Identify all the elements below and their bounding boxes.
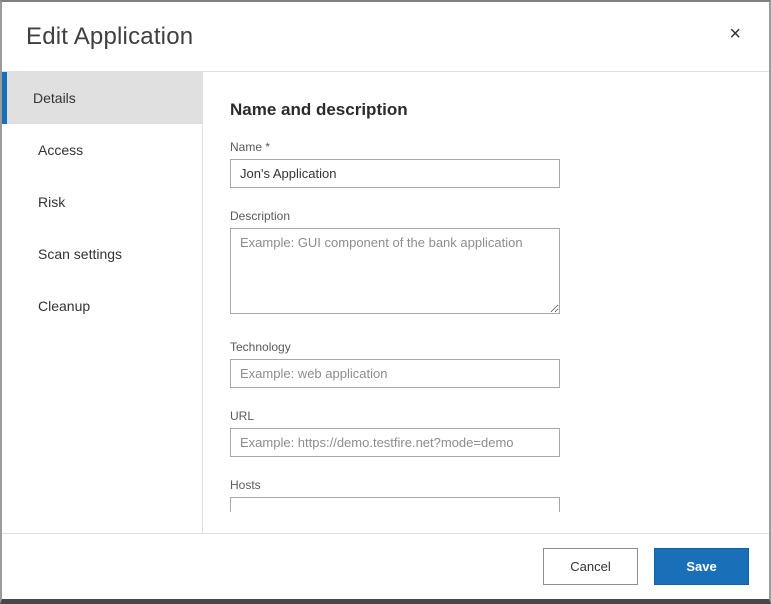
description-label: Description: [230, 209, 769, 223]
description-field-group: Description: [230, 209, 769, 319]
url-input[interactable]: [230, 428, 560, 457]
description-textarea[interactable]: [230, 228, 560, 314]
technology-field-group: Technology: [230, 340, 769, 388]
name-field-group: Name *: [230, 140, 769, 188]
hosts-label: Hosts: [230, 478, 769, 492]
url-label: URL: [230, 409, 769, 423]
dialog-body: Details Access Risk Scan settings Cleanu…: [2, 72, 769, 533]
name-label: Name *: [230, 140, 769, 154]
sidebar: Details Access Risk Scan settings Cleanu…: [2, 72, 203, 533]
close-icon[interactable]: ×: [723, 20, 747, 48]
url-field-group: URL: [230, 409, 769, 457]
hosts-input[interactable]: [230, 497, 560, 512]
details-panel: Name and description Name * Description …: [203, 72, 769, 512]
sidebar-item-access[interactable]: Access: [2, 124, 202, 176]
sidebar-item-label: Risk: [38, 194, 65, 210]
technology-input[interactable]: [230, 359, 560, 388]
sidebar-item-label: Cleanup: [38, 298, 90, 314]
sidebar-item-risk[interactable]: Risk: [2, 176, 202, 228]
sidebar-item-scan-settings[interactable]: Scan settings: [2, 228, 202, 280]
dialog-title: Edit Application: [26, 23, 193, 51]
name-input[interactable]: [230, 159, 560, 188]
sidebar-item-label: Access: [38, 142, 83, 158]
sidebar-item-cleanup[interactable]: Cleanup: [2, 280, 202, 332]
hosts-field-group: Hosts: [230, 478, 769, 512]
technology-label: Technology: [230, 340, 769, 354]
sidebar-item-label: Details: [33, 90, 76, 106]
save-button[interactable]: Save: [654, 548, 749, 585]
section-heading: Name and description: [230, 100, 769, 120]
edit-application-dialog: Edit Application × Details Access Risk S…: [0, 0, 771, 604]
sidebar-item-details[interactable]: Details: [2, 72, 202, 124]
cancel-button[interactable]: Cancel: [543, 548, 638, 585]
dialog-header: Edit Application ×: [2, 2, 769, 72]
dialog-footer: Cancel Save: [2, 533, 769, 599]
sidebar-item-label: Scan settings: [38, 246, 122, 262]
